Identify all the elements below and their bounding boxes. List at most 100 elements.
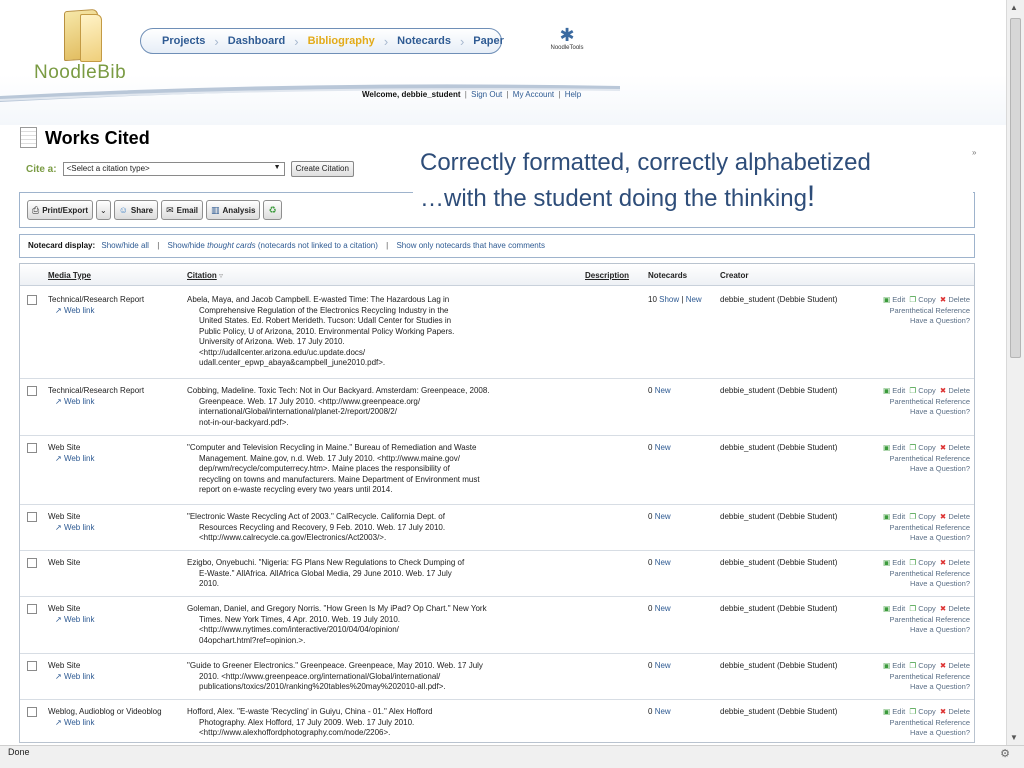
citation-line: 2010. <http://www.greenpeace.org/interna… — [199, 671, 441, 681]
row-checkbox[interactable] — [27, 443, 37, 453]
edit-link[interactable]: Edit — [892, 512, 905, 521]
copy-link[interactable]: Copy — [918, 512, 936, 521]
show-notecards-link[interactable]: Show — [659, 295, 679, 304]
show-hide-all-link[interactable]: Show/hide all — [101, 241, 149, 250]
analysis-button[interactable]: ▥ Analysis — [206, 200, 261, 220]
recycle-button[interactable]: ♻ — [263, 200, 282, 220]
new-notecard-link[interactable]: New — [655, 443, 671, 452]
web-link[interactable]: ↗ Web link — [55, 718, 94, 727]
header-media-type[interactable]: Media Type — [48, 271, 91, 280]
web-link[interactable]: ↗ Web link — [55, 523, 94, 532]
web-link[interactable]: ↗ Web link — [55, 615, 94, 624]
copy-link[interactable]: Copy — [918, 707, 936, 716]
web-link[interactable]: ↗ Web link — [55, 672, 94, 681]
edit-link[interactable]: Edit — [892, 295, 905, 304]
parenthetical-reference-link[interactable]: Parenthetical Reference — [890, 306, 970, 315]
copy-link[interactable]: Copy — [918, 604, 936, 613]
copy-link[interactable]: Copy — [918, 661, 936, 670]
parenthetical-reference-link[interactable]: Parenthetical Reference — [890, 718, 970, 727]
citation-line: "Electronic Waste Recycling Act of 2003.… — [187, 512, 445, 521]
parenthetical-reference-link[interactable]: Parenthetical Reference — [890, 523, 970, 532]
only-comments-link[interactable]: Show only notecards that have comments — [396, 241, 545, 250]
status-bar: Done ⚙ — [0, 745, 1024, 768]
copy-link[interactable]: Copy — [918, 295, 936, 304]
delete-link[interactable]: Delete — [948, 661, 970, 670]
tab-notecards[interactable]: Notecards — [388, 35, 460, 47]
tab-dashboard[interactable]: Dashboard — [219, 35, 294, 47]
new-notecard-link[interactable]: New — [655, 386, 671, 395]
noodlebib-logo[interactable]: NoodleBib — [34, 8, 144, 83]
have-a-question-link[interactable]: Have a Question? — [910, 533, 970, 542]
delete-link[interactable]: Delete — [948, 558, 970, 567]
delete-link[interactable]: Delete — [948, 443, 970, 452]
row-checkbox[interactable] — [27, 558, 37, 568]
web-link[interactable]: ↗ Web link — [55, 397, 94, 406]
citation-type-select[interactable]: <Select a citation type> ▼ — [62, 162, 285, 176]
citation-line: Times. New York Times, 4 Apr. 2010. Web.… — [199, 614, 400, 624]
new-notecard-link[interactable]: New — [655, 604, 671, 613]
have-a-question-link[interactable]: Have a Question? — [910, 579, 970, 588]
show-hide-thought-cards-link[interactable]: Show/hide thought cards (notecards not l… — [168, 241, 378, 250]
have-a-question-link[interactable]: Have a Question? — [910, 464, 970, 473]
sign-out-link[interactable]: Sign Out — [471, 90, 502, 99]
have-a-question-link[interactable]: Have a Question? — [910, 625, 970, 634]
new-notecard-link[interactable]: New — [655, 512, 671, 521]
header-citation[interactable]: Citation ▿ — [187, 271, 223, 280]
vertical-scrollbar[interactable]: ▲ ▼ — [1006, 0, 1024, 745]
welcome-bar: Welcome, debbie_student | Sign Out | My … — [362, 90, 581, 99]
edit-link[interactable]: Edit — [892, 604, 905, 613]
have-a-question-link[interactable]: Have a Question? — [910, 316, 970, 325]
create-citation-button[interactable]: Create Citation — [290, 161, 354, 177]
header-description[interactable]: Description — [585, 271, 629, 280]
new-notecard-link[interactable]: New — [655, 707, 671, 716]
media-type-cell: Technical/Research Report ↗ Web link — [48, 295, 144, 316]
citation-line: udall.center_epwp_abaya&campbell_june201… — [199, 358, 386, 367]
noodletools-logo[interactable]: ✱ NoodleTools — [542, 25, 592, 51]
edit-link[interactable]: Edit — [892, 707, 905, 716]
have-a-question-link[interactable]: Have a Question? — [910, 682, 970, 691]
copy-link[interactable]: Copy — [918, 443, 936, 452]
edit-link[interactable]: Edit — [892, 386, 905, 395]
have-a-question-link[interactable]: Have a Question? — [910, 728, 970, 737]
edit-link[interactable]: Edit — [892, 558, 905, 567]
web-link[interactable]: ↗ Web link — [55, 306, 94, 315]
row-checkbox[interactable] — [27, 386, 37, 396]
delete-link[interactable]: Delete — [948, 512, 970, 521]
delete-link[interactable]: Delete — [948, 707, 970, 716]
row-checkbox[interactable] — [27, 661, 37, 671]
tab-projects[interactable]: Projects — [153, 35, 214, 47]
help-link[interactable]: Help — [565, 90, 581, 99]
new-notecard-link[interactable]: New — [655, 558, 671, 567]
copy-link[interactable]: Copy — [918, 558, 936, 567]
row-checkbox[interactable] — [27, 604, 37, 614]
web-link[interactable]: ↗ Web link — [55, 454, 94, 463]
have-a-question-link[interactable]: Have a Question? — [910, 407, 970, 416]
delete-link[interactable]: Delete — [948, 386, 970, 395]
my-account-link[interactable]: My Account — [513, 90, 554, 99]
new-notecard-link[interactable]: New — [686, 295, 702, 304]
scroll-down-icon[interactable]: ▼ — [1010, 733, 1018, 742]
citation-line: E-Waste." AllAfrica. AllAfrica Global Me… — [199, 568, 452, 578]
row-checkbox[interactable] — [27, 512, 37, 522]
new-notecard-link[interactable]: New — [655, 661, 671, 670]
print-export-dropdown[interactable]: ⌄ — [95, 200, 111, 220]
edit-link[interactable]: Edit — [892, 661, 905, 670]
share-button[interactable]: ☺ Share — [113, 200, 159, 220]
parenthetical-reference-link[interactable]: Parenthetical Reference — [890, 672, 970, 681]
parenthetical-reference-link[interactable]: Parenthetical Reference — [890, 615, 970, 624]
parenthetical-reference-link[interactable]: Parenthetical Reference — [890, 397, 970, 406]
email-button[interactable]: ✉ Email — [161, 200, 204, 220]
row-checkbox[interactable] — [27, 707, 37, 717]
edit-link[interactable]: Edit — [892, 443, 905, 452]
delete-link[interactable]: Delete — [948, 295, 970, 304]
row-checkbox[interactable] — [27, 295, 37, 305]
tab-bibliography[interactable]: Bibliography — [299, 35, 384, 47]
print-export-button[interactable]: ⎙ Print/Export — [27, 200, 93, 220]
copy-link[interactable]: Copy — [918, 386, 936, 395]
parenthetical-reference-link[interactable]: Parenthetical Reference — [890, 454, 970, 463]
parenthetical-reference-link[interactable]: Parenthetical Reference — [890, 569, 970, 578]
scrollbar-thumb[interactable] — [1010, 18, 1021, 358]
scroll-up-icon[interactable]: ▲ — [1010, 3, 1018, 12]
delete-link[interactable]: Delete — [948, 604, 970, 613]
tab-paper[interactable]: Paper — [464, 35, 513, 47]
